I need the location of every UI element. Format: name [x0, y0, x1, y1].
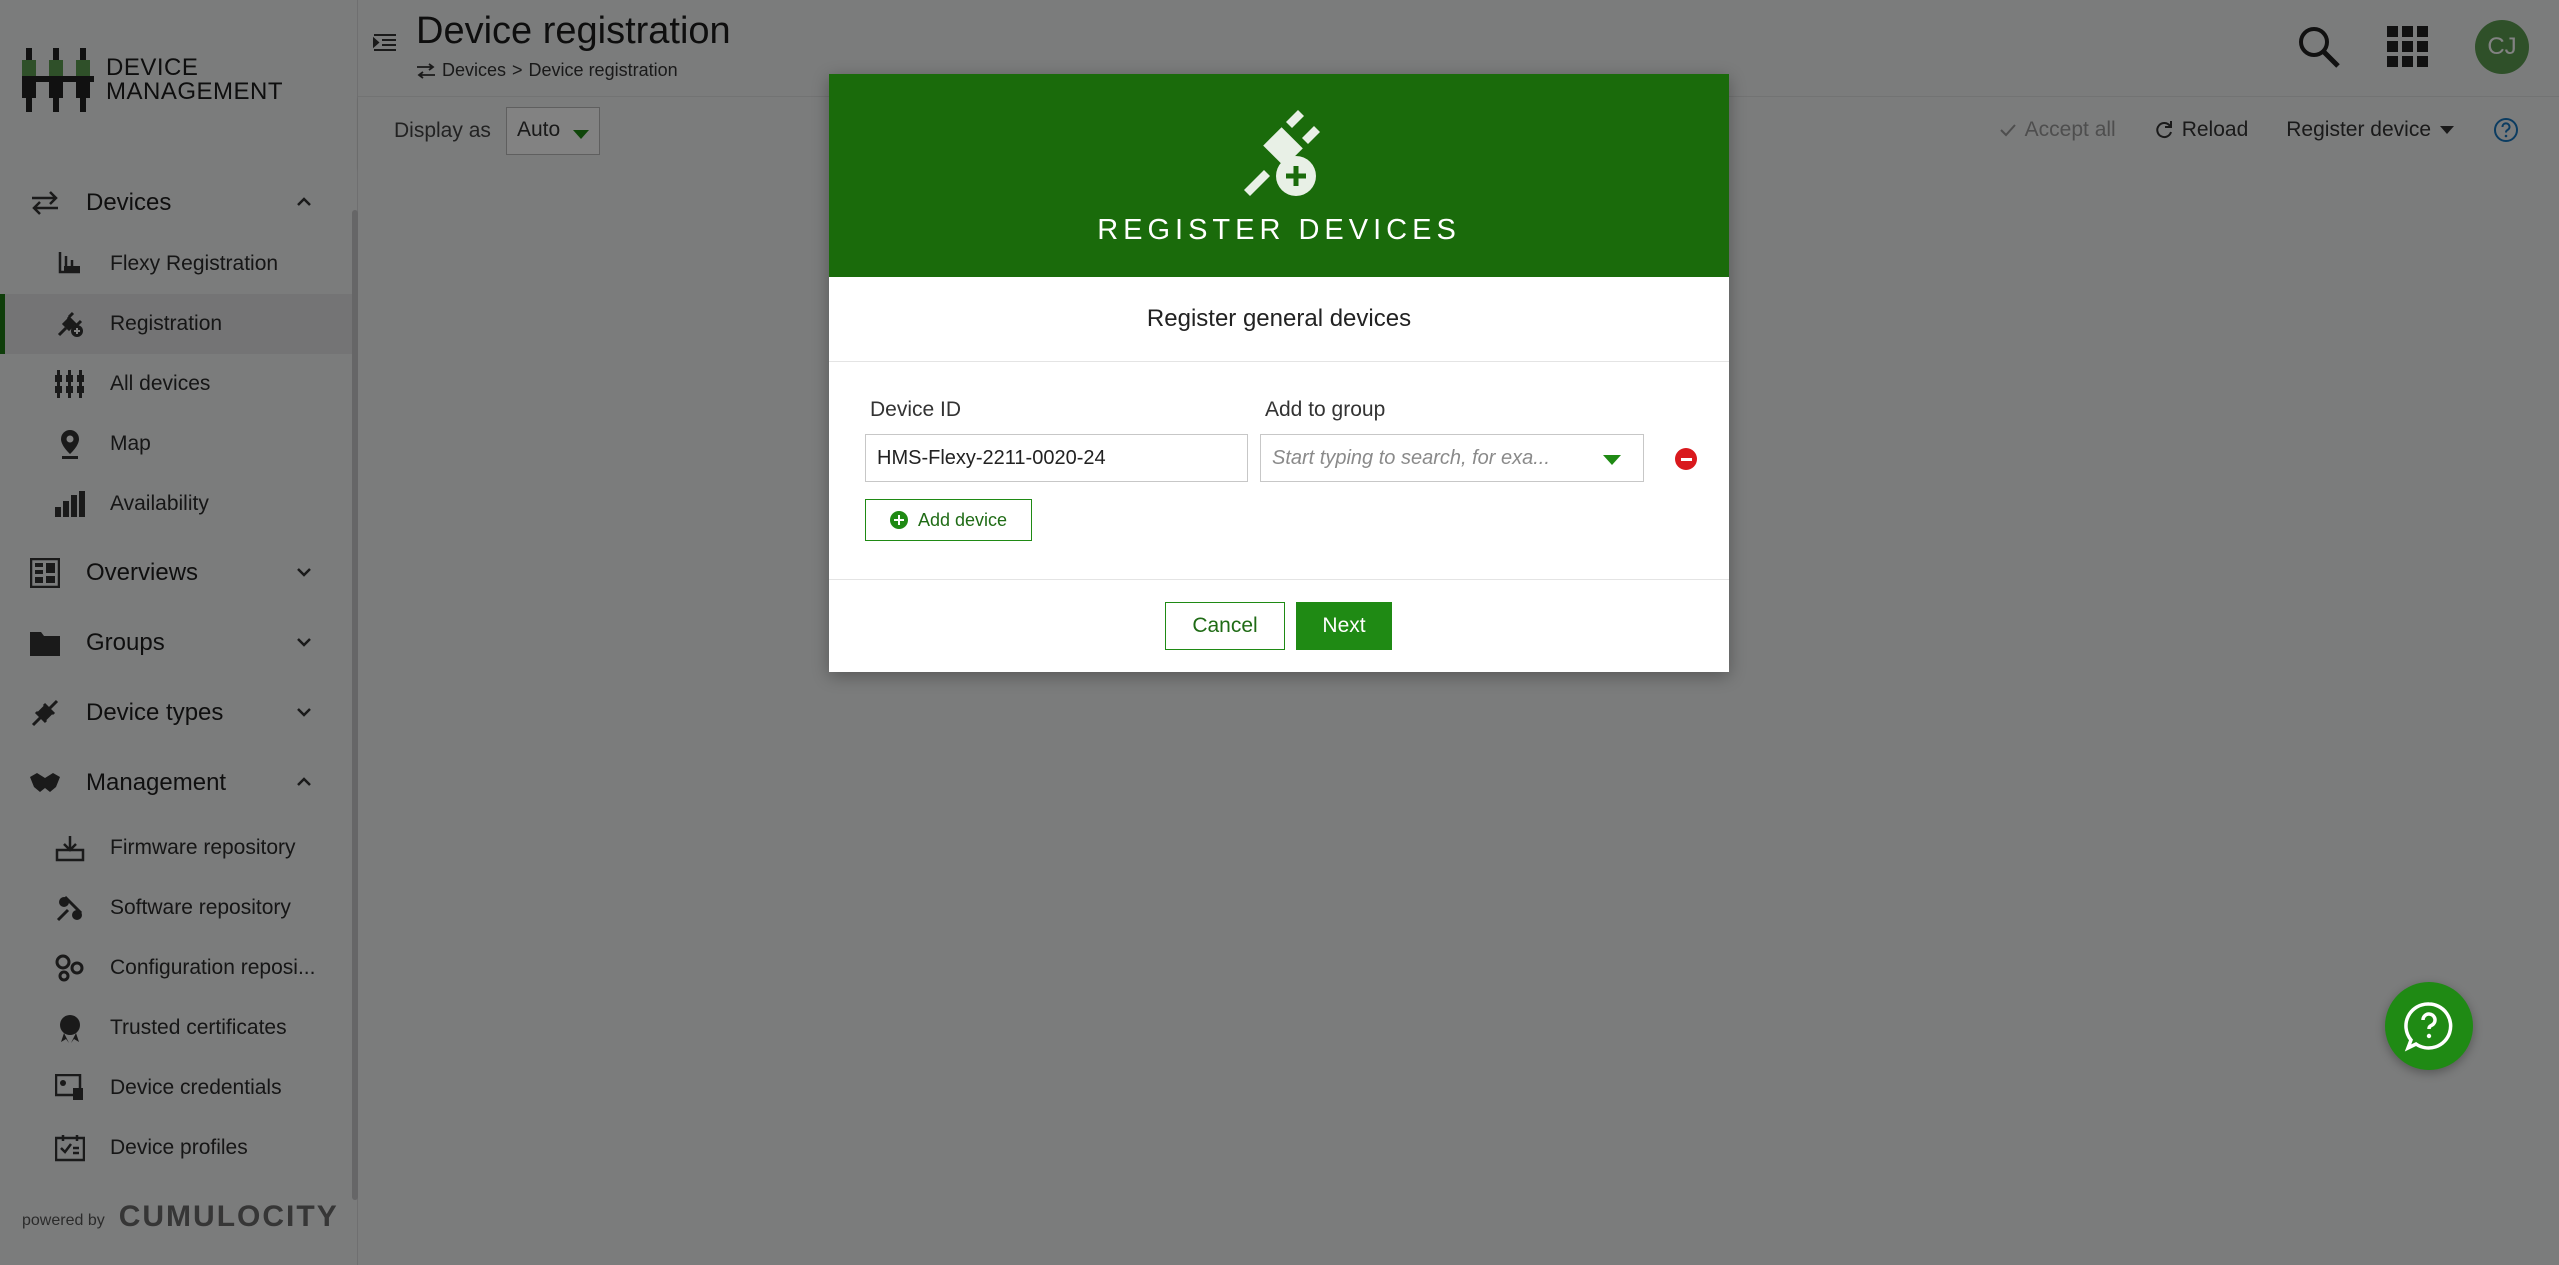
modal-footer: Cancel Next	[829, 580, 1729, 672]
cancel-button[interactable]: Cancel	[1165, 602, 1285, 650]
next-button[interactable]: Next	[1296, 602, 1392, 650]
plus-circle-icon	[889, 511, 908, 529]
device-id-input[interactable]	[865, 434, 1248, 482]
remove-device-icon[interactable]	[1675, 448, 1697, 470]
modal-subtitle: Register general devices	[829, 277, 1729, 362]
device-id-label: Device ID	[870, 398, 962, 421]
modal-hero-title: REGISTER DEVICES	[1097, 214, 1461, 246]
add-to-group-label: Add to group	[1265, 398, 1386, 421]
plug-add-icon	[1244, 110, 1320, 196]
caret-down-icon[interactable]	[1603, 455, 1621, 465]
device-form: Device ID Add to group Add device	[829, 362, 1729, 580]
register-devices-modal: REGISTER DEVICES Register general device…	[829, 74, 1729, 672]
add-device-label: Add device	[917, 509, 1008, 530]
modal-hero: REGISTER DEVICES	[829, 74, 1729, 277]
floating-help-button[interactable]	[2385, 982, 2473, 1070]
help-chat-icon	[2404, 1002, 2453, 1052]
add-device-button[interactable]: Add device	[865, 499, 1032, 541]
add-to-group-select[interactable]	[1260, 434, 1644, 482]
add-to-group-input[interactable]	[1261, 435, 1581, 481]
